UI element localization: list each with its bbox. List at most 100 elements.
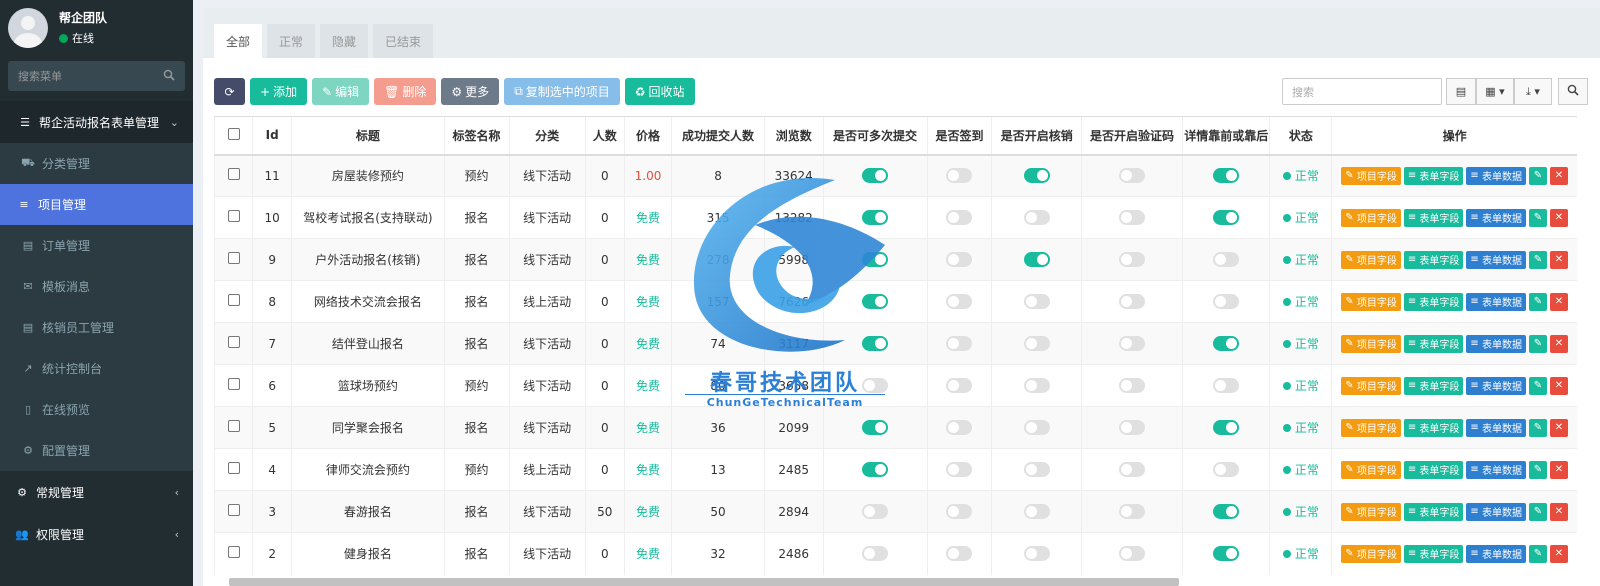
form-field-button[interactable]: ≡ 表单字段: [1403, 250, 1464, 269]
row-checkbox[interactable]: [227, 294, 240, 306]
toggle-captcha[interactable]: [1118, 336, 1145, 351]
toggle-multi[interactable]: [862, 168, 889, 184]
recycle-button[interactable]: ♻ 回收站: [624, 78, 695, 105]
toggle-detail[interactable]: [1213, 546, 1240, 562]
column-header[interactable]: 是否签到: [926, 116, 992, 156]
sidebar-item-verifier[interactable]: ▤ 核销员工管理: [0, 307, 193, 348]
row-delete-button[interactable]: ✕: [1549, 418, 1568, 437]
search-input[interactable]: 搜索: [1282, 78, 1442, 105]
table-row[interactable]: 8 网络技术交流会报名 报名 线上活动 0 免费 157 7626 正常 ✎ 项目字段 ≡ 表单字段…: [213, 280, 1577, 323]
column-header[interactable]: 状态: [1269, 116, 1332, 156]
row-select-cell[interactable]: [213, 406, 253, 449]
toggle-verify[interactable]: [1023, 378, 1050, 393]
row-delete-button[interactable]: ✕: [1549, 544, 1568, 563]
edit-button[interactable]: ✎ 编辑: [312, 78, 370, 105]
form-data-button[interactable]: ≡ 表单数据: [1466, 418, 1526, 437]
column-header[interactable]: 标题: [291, 116, 445, 156]
toggle-detail[interactable]: [1213, 378, 1240, 393]
toggle-multi[interactable]: [862, 462, 889, 477]
toggle-captcha[interactable]: [1118, 378, 1145, 393]
toggle-detail[interactable]: [1213, 210, 1240, 225]
menu-group-activity[interactable]: ☰ 帮企活动报名表单管理 ⌄: [0, 101, 193, 143]
toggle-detail[interactable]: [1213, 252, 1240, 267]
form-field-button[interactable]: ≡ 表单字段: [1403, 460, 1464, 479]
row-select-cell[interactable]: [213, 280, 253, 323]
form-data-button[interactable]: ≡ 表单数据: [1466, 544, 1526, 563]
column-header[interactable]: 价格: [623, 116, 672, 156]
table-row[interactable]: 4 律师交流会预约 预约 线上活动 0 免费 13 2485 正常 ✎ 项目字段 ≡ 表单字段 ≡ 表…: [213, 448, 1577, 491]
toggle-verify[interactable]: [1023, 336, 1050, 351]
table-row[interactable]: 9 户外活动报名(核销) 报名 线下活动 0 免费 278 5998 正常 ✎ 项目字段 ≡ 表单字…: [213, 238, 1577, 281]
toggle-signin[interactable]: [946, 252, 973, 267]
form-data-button[interactable]: ≡ 表单数据: [1466, 502, 1526, 521]
form-field-button[interactable]: ≡ 表单字段: [1403, 544, 1464, 563]
add-button[interactable]: + 添加: [250, 78, 308, 105]
sidebar-item-category[interactable]: ⛟ 分类管理: [0, 143, 193, 184]
search-button[interactable]: [1558, 78, 1588, 105]
row-checkbox[interactable]: [227, 210, 240, 222]
toggle-signin[interactable]: [946, 420, 973, 435]
toggle-captcha[interactable]: [1118, 210, 1145, 225]
project-field-button[interactable]: ✎ 项目字段: [1341, 418, 1401, 437]
row-select-cell[interactable]: [213, 322, 253, 365]
toggle-captcha[interactable]: [1118, 420, 1145, 435]
toggle-multi[interactable]: [862, 546, 889, 562]
form-data-button[interactable]: ≡ 表单数据: [1466, 376, 1526, 395]
toggle-captcha[interactable]: [1118, 546, 1145, 562]
row-edit-button[interactable]: ✎: [1528, 418, 1547, 437]
toggle-detail[interactable]: [1213, 420, 1240, 435]
toggle-verify[interactable]: [1023, 210, 1050, 225]
form-field-button[interactable]: ≡ 表单字段: [1403, 166, 1464, 185]
row-select-cell[interactable]: [213, 364, 253, 407]
refresh-button[interactable]: ⟳: [214, 78, 245, 105]
toggle-multi[interactable]: [862, 378, 889, 393]
toggle-view-button[interactable]: ▤: [1446, 78, 1476, 105]
toggle-captcha[interactable]: [1118, 462, 1145, 477]
project-field-button[interactable]: ✎ 项目字段: [1341, 208, 1401, 227]
toggle-multi[interactable]: [862, 504, 889, 519]
tab-all[interactable]: 全部: [214, 24, 263, 58]
toggle-signin[interactable]: [946, 462, 973, 477]
search-icon[interactable]: [163, 69, 175, 84]
toggle-signin[interactable]: [946, 168, 973, 184]
toggle-multi[interactable]: [862, 336, 889, 351]
row-edit-button[interactable]: ✎: [1528, 376, 1547, 395]
delete-button[interactable]: 🗑 删除: [374, 78, 437, 105]
project-field-button[interactable]: ✎ 项目字段: [1341, 292, 1401, 311]
row-delete-button[interactable]: ✕: [1549, 208, 1568, 227]
toggle-detail[interactable]: [1213, 336, 1240, 351]
row-checkbox[interactable]: [227, 336, 240, 348]
tab-ended[interactable]: 已结束: [373, 24, 434, 58]
more-button[interactable]: ⚙ 更多: [441, 78, 500, 105]
toggle-verify[interactable]: [1023, 168, 1050, 184]
menu-group-general[interactable]: ⚙ 常规管理 ‹: [0, 471, 193, 513]
sidebar-item-config[interactable]: ⚙ 配置管理: [0, 430, 193, 471]
table-row[interactable]: 6 篮球场预约 预约 线下活动 0 免费 80 3658 正常 ✎ 项目字段 ≡ 表单字段 ≡ 表单数…: [213, 364, 1577, 407]
columns-button[interactable]: ▦ ▾: [1476, 78, 1514, 105]
tab-hidden[interactable]: 隐藏: [320, 24, 369, 58]
row-checkbox[interactable]: [227, 252, 240, 264]
toggle-captcha[interactable]: [1118, 504, 1145, 519]
row-edit-button[interactable]: ✎: [1528, 460, 1547, 479]
avatar[interactable]: [8, 7, 48, 48]
row-delete-button[interactable]: ✕: [1549, 334, 1568, 353]
toggle-captcha[interactable]: [1118, 252, 1145, 267]
table-row[interactable]: 7 结伴登山报名 报名 线下活动 0 免费 74 3117 正常 ✎ 项目字段 ≡ 表单字段 ≡ 表单…: [213, 322, 1577, 365]
row-edit-button[interactable]: ✎: [1528, 502, 1547, 521]
toggle-signin[interactable]: [946, 504, 973, 519]
sidebar-item-stats[interactable]: ↗ 统计控制台: [0, 348, 193, 389]
column-header[interactable]: 是否开启验证码: [1081, 116, 1183, 156]
toggle-multi[interactable]: [862, 420, 889, 435]
row-delete-button[interactable]: ✕: [1549, 292, 1568, 311]
toggle-signin[interactable]: [946, 546, 973, 562]
toggle-signin[interactable]: [946, 378, 973, 393]
project-field-button[interactable]: ✎ 项目字段: [1341, 334, 1401, 353]
sidebar-item-order[interactable]: ▤ 订单管理: [0, 225, 193, 266]
row-checkbox[interactable]: [227, 378, 240, 390]
sidebar-search-input[interactable]: 搜索菜单: [8, 61, 185, 91]
row-checkbox[interactable]: [227, 546, 240, 559]
sidebar-item-project[interactable]: ≡ 项目管理: [0, 184, 193, 225]
row-select-cell[interactable]: [213, 532, 253, 575]
table-row[interactable]: 5 同学聚会报名 报名 线下活动 0 免费 36 2099 正常 ✎ 项目字段 ≡ 表单字段 ≡ 表单…: [213, 406, 1577, 449]
column-header[interactable]: 是否开启核销: [991, 116, 1082, 156]
